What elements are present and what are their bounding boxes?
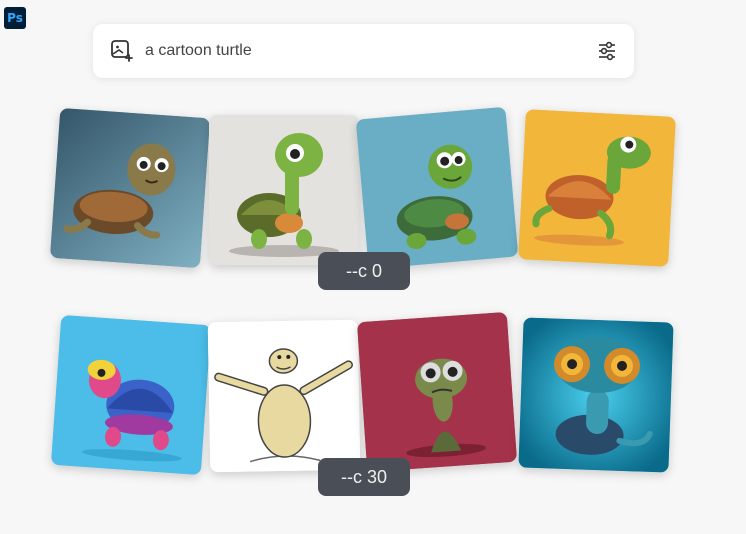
prompt-bar[interactable]: a cartoon turtle — [93, 24, 634, 78]
chaos-tag-row-1: --c 0 — [318, 252, 410, 290]
image-add-icon[interactable] — [109, 38, 135, 64]
turtle-image — [356, 311, 518, 473]
turtle-image — [518, 317, 674, 473]
turtle-image — [49, 107, 211, 269]
turtle-image — [50, 314, 212, 476]
chaos-tag-row-2: --c 30 — [318, 458, 410, 496]
turtle-image — [355, 106, 519, 270]
chaos-tag-label: --c 0 — [346, 260, 382, 281]
image-card-turtle-colorful-cyan[interactable] — [50, 314, 212, 476]
turtle-image — [209, 115, 359, 265]
image-card-turtle-teal-bg[interactable] — [355, 106, 519, 270]
image-card-turtle-yellow-bg[interactable] — [518, 109, 676, 267]
turtle-image — [207, 319, 361, 473]
app-badge-label: Ps — [7, 11, 23, 25]
image-card-turtle-sketch-waving[interactable] — [207, 319, 361, 473]
image-card-turtle-goggles-steampunk[interactable] — [518, 317, 674, 473]
prompt-input[interactable]: a cartoon turtle — [145, 42, 596, 60]
settings-sliders-icon[interactable] — [596, 40, 618, 62]
chaos-tag-label: --c 30 — [340, 466, 387, 487]
photoshop-app-icon[interactable]: Ps — [4, 7, 26, 29]
turtle-image — [518, 109, 676, 267]
image-card-turtle-realistic-blue[interactable] — [49, 107, 211, 269]
image-card-turtle-zombie-red[interactable] — [356, 311, 518, 473]
image-card-turtle-green-long-neck[interactable] — [209, 115, 359, 265]
